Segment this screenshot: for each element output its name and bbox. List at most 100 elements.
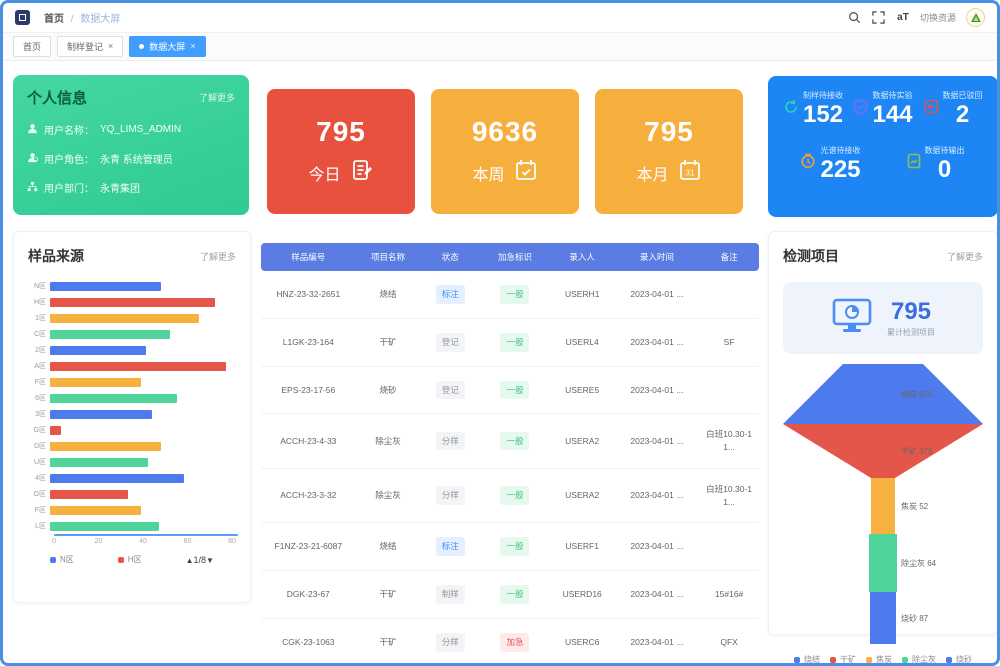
cell-status: 标注 [420, 523, 480, 571]
dashboard: 个人信息 了解更多 用户名称：YQ_LIMS_ADMIN用户角色：永青 系统管理… [3, 61, 997, 665]
bar-C区 [50, 330, 170, 339]
bar-category-label: H区 [24, 297, 50, 307]
urgent-badge: 一般 [500, 432, 529, 451]
urgent-badge: 加急 [500, 633, 529, 652]
pager-down-icon[interactable]: ▼ [206, 556, 214, 565]
fullscreen-icon[interactable] [872, 11, 886, 25]
table-row[interactable]: ACCH-23-3-32除尘灰分样一般USERA22023-04-01 ...白… [261, 468, 759, 523]
stat-card-本周[interactable]: 9636本周 [431, 89, 579, 214]
table-row[interactable]: F1NZ-23-21-6087烧结标注一般USERF12023-04-01 ..… [261, 523, 759, 571]
bar-category-label: 2区 [24, 345, 50, 355]
cell-remark: 白班10.30-11... [699, 414, 759, 469]
bar-L区 [50, 522, 159, 531]
bar-row-N区: N区 [24, 278, 238, 294]
sample-table: 样品编号项目名称状态加急标识录入人录入时间备注 HNZ-23-32-2651烧结… [261, 243, 759, 666]
role-icon [27, 152, 38, 166]
bar-row-D区: D区 [24, 438, 238, 454]
table-row[interactable]: ACCH-23-4-33除尘灰分样一般USERA22023-04-01 ...白… [261, 414, 759, 469]
status-badge: 登记 [436, 333, 465, 352]
cell-project: 烧砂 [356, 366, 421, 414]
note-icon [350, 158, 374, 187]
bar-category-label: O区 [24, 489, 50, 499]
column-header-项目名称: 项目名称 [356, 243, 421, 271]
funnel-legend-item-烧砂[interactable]: 烧砂 [946, 654, 972, 665]
stat-card-今日[interactable]: 795今日 [267, 89, 415, 214]
legend-pager[interactable]: ▲1/8▼ [186, 555, 214, 565]
cell-user: USERA2 [550, 414, 615, 469]
status-panel: 制样待接收152数据待实验144数据已驳回2光谱待接收225数据待输出0 [768, 76, 998, 217]
tab-close-icon[interactable]: × [108, 42, 113, 51]
cell-project: 烧结 [356, 523, 421, 571]
sample-source-more-link[interactable]: 了解更多 [200, 250, 236, 263]
cell-remark: SF [699, 318, 759, 366]
profile-field-用户角色: 用户角色：永青 系统管理员 [27, 151, 235, 166]
funnel-legend-item-除尘灰[interactable]: 除尘灰 [902, 654, 936, 665]
bar-category-label: D区 [24, 441, 50, 451]
pager-up-icon[interactable]: ▲ [186, 556, 194, 565]
cell-user: USERD16 [550, 571, 615, 619]
bar-category-label: L区 [24, 521, 50, 531]
tab-数据大屏[interactable]: 数据大屏× [129, 36, 205, 57]
status-item-数据待输出: 数据待输出0 [883, 145, 988, 184]
bar-category-label: F区 [24, 377, 50, 387]
x-tick-label: 60 [184, 538, 192, 545]
x-tick-label: 0 [52, 538, 56, 545]
calendar-31-icon: 31 [678, 158, 702, 187]
legend-item-H区[interactable]: H区 [118, 554, 142, 565]
monitor-pie-icon [831, 298, 873, 339]
doc-icon [907, 153, 921, 174]
table-row[interactable]: L1GK-23-164干矿登记一般USERL42023-04-01 ...SF [261, 318, 759, 366]
test-projects-title: 检测项目 [783, 246, 839, 266]
sample-source-card: 样品来源 了解更多 N区H区1区C区2区A区F区6区3区G区D区U区4区O区F区… [13, 231, 251, 603]
bar-G区 [50, 426, 61, 435]
avatar[interactable] [966, 8, 985, 27]
table-row[interactable]: CGK-23-1063干矿分样加急USERC62023-04-01 ...QFX [261, 618, 759, 666]
legend-item-N区[interactable]: N区 [50, 554, 74, 565]
bar-category-label: F区 [24, 505, 50, 515]
bar-row-F区: F区 [24, 502, 238, 518]
funnel-legend-item-烧结[interactable]: 烧结 [794, 654, 820, 665]
cell-status: 分样 [420, 468, 480, 523]
bar-chart-legend: N区 H区 ▲1/8▼ [14, 554, 250, 565]
table-row[interactable]: EPS-23-17-56烧砂登记一般USERE52023-04-01 ... [261, 366, 759, 414]
cell-urgent: 一般 [480, 468, 550, 523]
profile-field-value: 永青集团 [100, 180, 140, 195]
status-item-label: 光谱待接收 [820, 145, 860, 156]
table-row[interactable]: HNZ-23-32-2651烧结标注一般USERH12023-04-01 ... [261, 271, 759, 318]
bar-row-1区: 1区 [24, 310, 238, 326]
tab-制样登记[interactable]: 制样登记× [57, 36, 123, 57]
cell-time: 2023-04-01 ... [615, 523, 700, 571]
breadcrumb-home[interactable]: 首页 [44, 14, 64, 25]
bar-H区 [50, 298, 215, 307]
switch-resource-link[interactable]: 切换资源 [920, 11, 956, 24]
status-item-label: 数据待实验 [872, 90, 912, 101]
stat-cards: 795今日9636本周795本月31 [267, 89, 743, 214]
search-icon[interactable] [848, 11, 862, 25]
cell-remark [699, 271, 759, 318]
legend-label: 烧结 [804, 654, 820, 665]
cell-user: USERH1 [550, 271, 615, 318]
table-row[interactable]: DGK-23-67干矿制样一般USERD162023-04-01 ...15#1… [261, 571, 759, 619]
urgent-badge: 一般 [500, 585, 529, 604]
status-badge: 标注 [436, 537, 465, 556]
font-size-icon[interactable]: aT [896, 11, 910, 25]
cell-sample-id: ACCH-23-3-32 [261, 468, 356, 523]
stat-label-row: 本月31 [636, 158, 701, 187]
tab-close-icon[interactable]: × [190, 42, 195, 51]
stat-label: 今日 [308, 161, 340, 185]
funnel-legend-item-干矿[interactable]: 干矿 [830, 654, 856, 665]
sample-source-title: 样品来源 [28, 246, 84, 266]
profile-field-label: 用户部门： [44, 180, 94, 195]
cell-user: USERL4 [550, 318, 615, 366]
cell-time: 2023-04-01 ... [615, 468, 700, 523]
cell-project: 干矿 [356, 618, 421, 666]
app-logo[interactable] [15, 10, 30, 25]
profile-more-link[interactable]: 了解更多 [199, 91, 235, 104]
stat-label-row: 今日 [308, 158, 373, 187]
tab-首页[interactable]: 首页 [13, 36, 51, 57]
status-badge: 制样 [436, 585, 465, 604]
test-projects-more-link[interactable]: 了解更多 [947, 250, 983, 263]
stat-card-本月[interactable]: 795本月31 [595, 89, 743, 214]
funnel-legend-item-焦炭[interactable]: 焦炭 [866, 654, 892, 665]
bar-category-label: 4区 [24, 473, 50, 483]
